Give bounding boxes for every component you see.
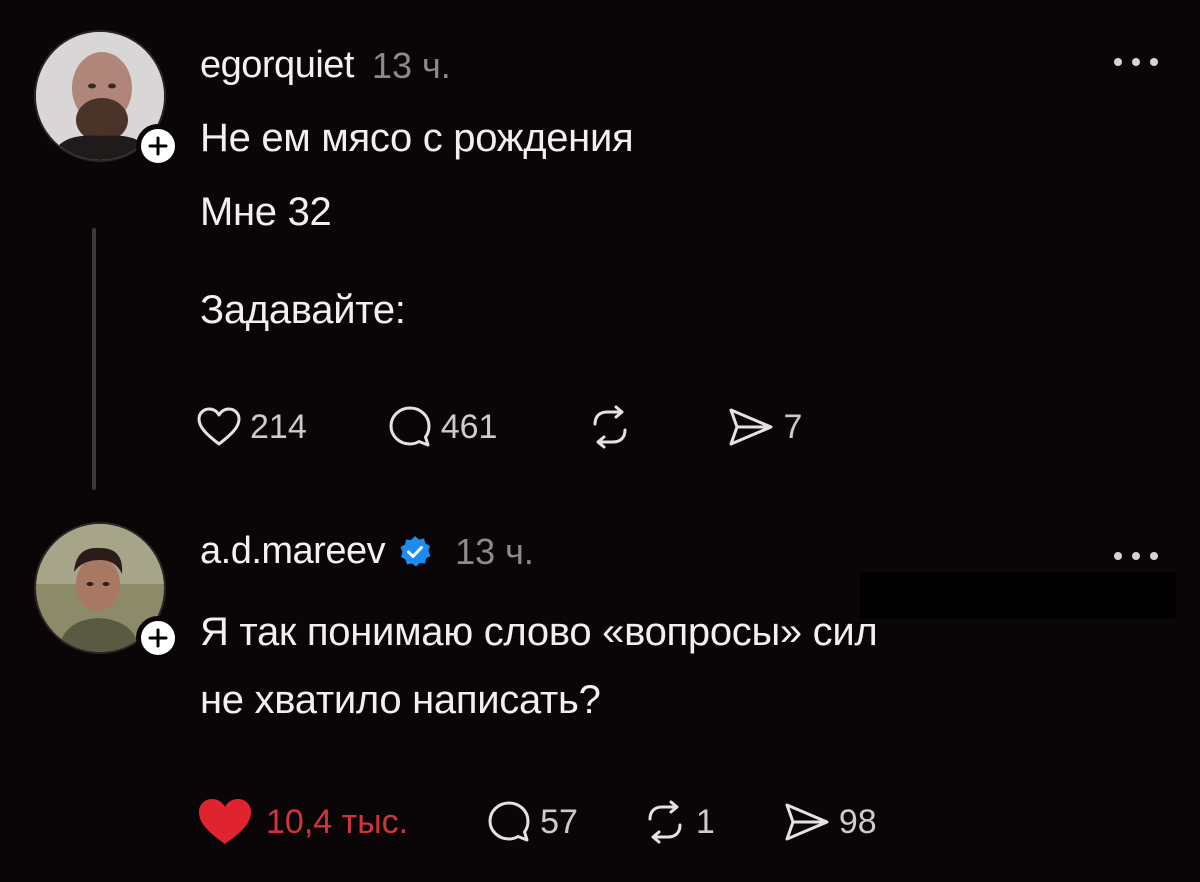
timestamp: 13 ч. bbox=[371, 44, 451, 86]
repost-icon bbox=[593, 405, 627, 449]
dot-icon bbox=[1150, 552, 1158, 560]
send-icon bbox=[729, 408, 773, 446]
avatar-egorquiet[interactable] bbox=[34, 30, 180, 168]
post-text-line: Мне 32 bbox=[200, 190, 332, 234]
like-count: 10,4 тыс. bbox=[266, 802, 409, 841]
dot-icon bbox=[1114, 552, 1122, 560]
repost-button[interactable]: 1 bbox=[642, 799, 715, 845]
dot-icon bbox=[1114, 58, 1122, 66]
post-text-line: Не ем мясо с рождения bbox=[200, 116, 634, 160]
share-button[interactable]: 7 bbox=[727, 405, 802, 449]
verified-badge-icon bbox=[400, 535, 431, 566]
username[interactable]: a.d.mareev bbox=[200, 530, 386, 573]
comment-bubble-icon bbox=[389, 406, 431, 447]
post-text-line: не хватило написать? bbox=[200, 678, 601, 722]
more-options-button[interactable] bbox=[1114, 52, 1158, 72]
repost-icon bbox=[648, 800, 682, 844]
reply-count: 461 bbox=[440, 407, 498, 446]
thread-connector-line bbox=[92, 228, 96, 490]
more-options-button[interactable] bbox=[1114, 546, 1158, 566]
repost-count: 1 bbox=[695, 802, 715, 841]
heart-filled-icon bbox=[199, 799, 251, 844]
reply-button[interactable]: 57 bbox=[486, 799, 578, 845]
reply-button[interactable]: 461 bbox=[387, 404, 498, 450]
comment-bubble-icon bbox=[488, 801, 530, 842]
reply-count: 57 bbox=[540, 802, 578, 841]
dot-icon bbox=[1132, 552, 1140, 560]
dot-icon bbox=[1132, 58, 1140, 66]
share-count: 98 bbox=[838, 802, 877, 841]
post-header: a.d.mareev 13 ч. bbox=[200, 530, 534, 573]
like-button[interactable]: 10,4 тыс. bbox=[196, 796, 408, 848]
timestamp: 13 ч. bbox=[455, 530, 534, 572]
post-text-line: Я так понимаю слово «вопросы» сил bbox=[200, 610, 878, 654]
post-text-line: Задавайте: bbox=[200, 288, 406, 332]
follow-plus-button[interactable] bbox=[136, 124, 180, 168]
share-button[interactable]: 98 bbox=[783, 800, 877, 844]
send-icon bbox=[785, 803, 829, 841]
plus-icon bbox=[148, 628, 168, 648]
post-actions: 10,4 тыс. 57 1 98 bbox=[196, 796, 877, 848]
share-count: 7 bbox=[783, 407, 803, 446]
plus-icon bbox=[148, 136, 168, 156]
post-actions: 214 461 7 bbox=[196, 404, 802, 450]
post-header: egorquiet 13 ч. bbox=[200, 44, 451, 87]
avatar-a-d-mareev[interactable] bbox=[34, 522, 180, 660]
username[interactable]: egorquiet bbox=[200, 44, 354, 87]
overlay-bar bbox=[860, 572, 1176, 618]
repost-button[interactable] bbox=[587, 404, 633, 450]
follow-plus-button[interactable] bbox=[136, 616, 180, 660]
heart-icon bbox=[197, 407, 241, 446]
dot-icon bbox=[1150, 58, 1158, 66]
like-button[interactable]: 214 bbox=[196, 406, 307, 448]
like-count: 214 bbox=[250, 407, 307, 446]
